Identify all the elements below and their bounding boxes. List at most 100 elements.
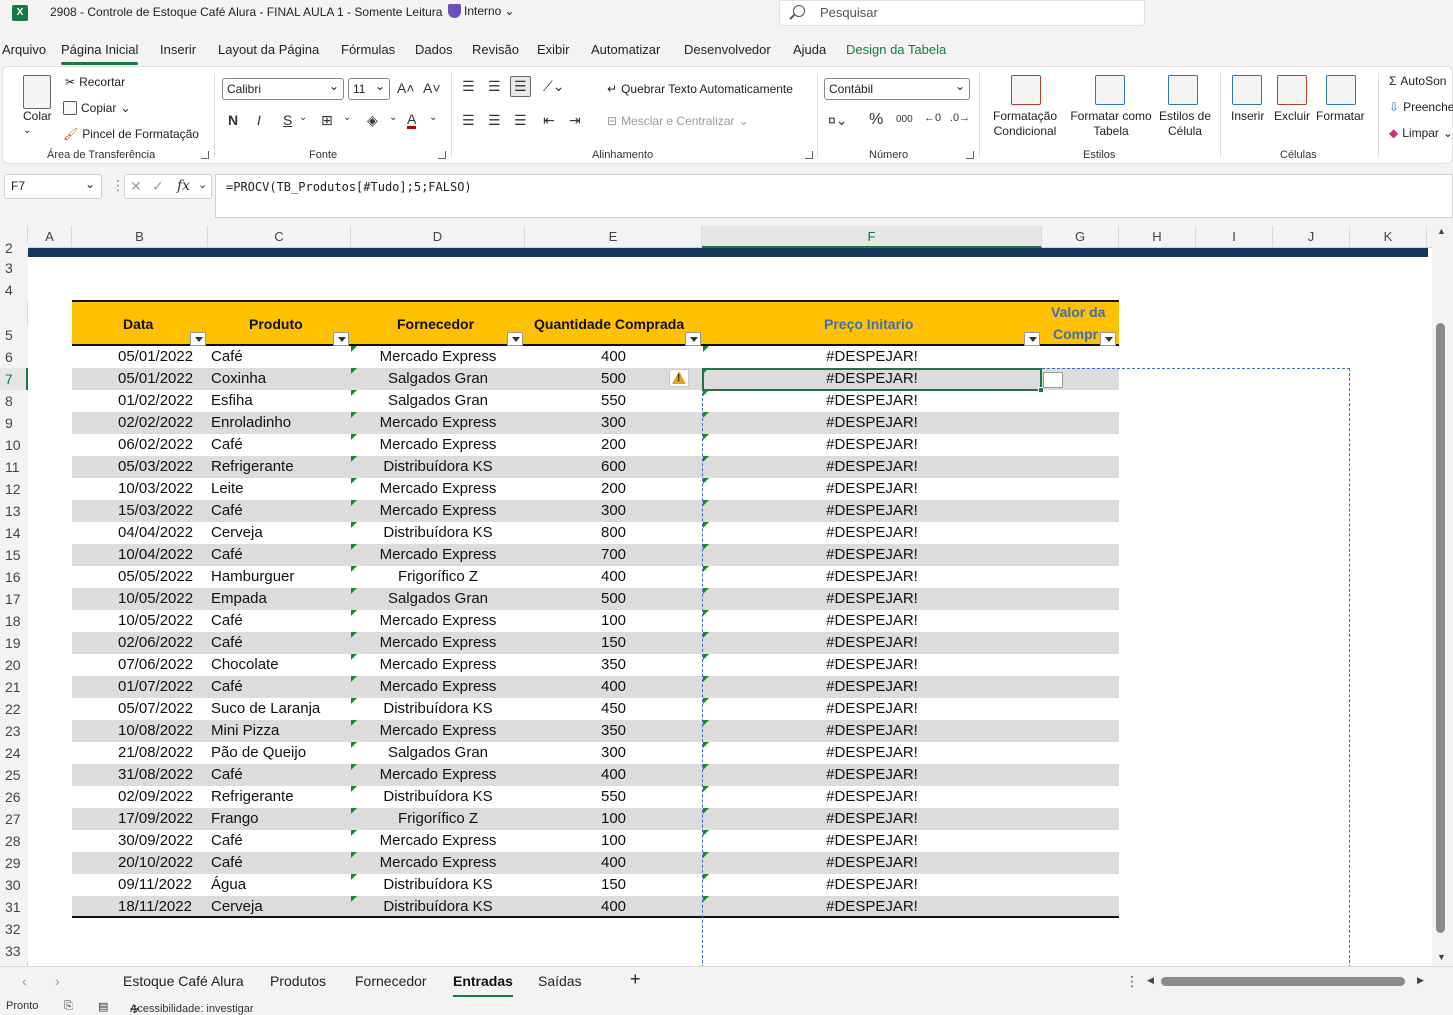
filter-dropdown-icon[interactable] <box>1024 332 1040 346</box>
font-color-icon[interactable]: A <box>407 112 417 129</box>
cell-qtd[interactable]: 400 <box>525 896 702 918</box>
row-header[interactable]: 28 <box>0 830 28 852</box>
cancel-icon[interactable]: ✕ <box>130 178 142 195</box>
vertical-scroll-thumb[interactable] <box>1436 323 1445 933</box>
cell-data[interactable]: 06/02/2022 <box>118 434 193 456</box>
cell-data[interactable]: 07/06/2022 <box>118 654 193 676</box>
currency-icon[interactable]: ¤⌄ <box>828 112 848 129</box>
cell-produto[interactable]: Pão de Queijo <box>211 742 306 764</box>
cell-produto[interactable]: Refrigerante <box>211 456 294 478</box>
cell-fornecedor[interactable]: Frigorífico Z <box>351 566 525 588</box>
align-middle-icon[interactable]: ☰ <box>488 78 501 95</box>
cell-fornecedor[interactable]: Mercado Express <box>351 434 525 456</box>
grow-font-icon[interactable]: A˄ <box>397 80 415 96</box>
scroll-right-icon[interactable]: ▶ <box>1417 975 1424 986</box>
insert-cells-icon[interactable] <box>1232 75 1262 105</box>
active-cell-f7[interactable] <box>702 368 1042 391</box>
row-header[interactable]: 11 <box>0 456 28 478</box>
scroll-tabs-left-icon[interactable]: ‹ <box>22 973 27 989</box>
column-header-h[interactable]: H <box>1119 226 1196 248</box>
tab-arquivo[interactable]: Arquivo <box>2 42 46 57</box>
cell-produto[interactable]: Cerveja <box>211 896 263 918</box>
bold-button[interactable]: N <box>228 112 238 128</box>
tab-ajuda[interactable]: Ajuda <box>793 42 826 57</box>
horizontal-scrollbar[interactable]: ◀ ▶ <box>1147 975 1427 987</box>
cell-qtd[interactable]: 100 <box>525 830 702 852</box>
cell-produto[interactable]: Café <box>211 632 243 654</box>
cell-data[interactable]: 01/07/2022 <box>118 676 193 698</box>
cell-qtd[interactable]: 400 <box>525 566 702 588</box>
cell-fornecedor[interactable]: Mercado Express <box>351 830 525 852</box>
cell-data[interactable]: 04/04/2022 <box>118 522 193 544</box>
filter-dropdown-icon[interactable] <box>685 332 701 346</box>
chevron-down-icon[interactable]: ⌄ <box>389 112 397 123</box>
row-header[interactable]: 30 <box>0 874 28 896</box>
column-header-g[interactable]: G <box>1042 226 1119 248</box>
cell-data[interactable]: 05/01/2022 <box>118 346 193 368</box>
row-header[interactable]: 5 <box>0 324 28 346</box>
row-header[interactable]: 4 <box>0 279 28 301</box>
underline-button[interactable]: S <box>283 112 292 128</box>
cell-qtd[interactable]: 550 <box>525 390 702 412</box>
cell-produto[interactable]: Café <box>211 610 243 632</box>
cell-qtd[interactable]: 300 <box>525 412 702 434</box>
merge-center-button[interactable]: ⊟ Mesclar e Centralizar ⌄ <box>607 114 749 128</box>
tab-pagina-inicial[interactable]: Página Inicial <box>61 42 139 65</box>
row-header[interactable]: 14 <box>0 522 28 544</box>
chevron-down-icon[interactable]: ⌄ <box>23 125 31 136</box>
row-header[interactable]: 16 <box>0 566 28 588</box>
enter-icon[interactable]: ✓ <box>152 178 164 195</box>
format-cells-button[interactable]: Formatar <box>1316 109 1365 123</box>
cell-fornecedor[interactable]: Distribuídora KS <box>351 698 525 720</box>
cell-qtd[interactable]: 200 <box>525 478 702 500</box>
cell-fornecedor[interactable]: Distribuídora KS <box>351 456 525 478</box>
cell-data[interactable]: 21/08/2022 <box>118 742 193 764</box>
vertical-scrollbar[interactable]: ▲ ▼ <box>1432 226 1453 966</box>
filter-dropdown-icon[interactable] <box>333 332 349 346</box>
filter-dropdown-icon[interactable] <box>1100 332 1116 346</box>
scroll-left-icon[interactable]: ◀ <box>1147 975 1154 986</box>
cell-fornecedor[interactable]: Salgados Gran <box>351 742 525 764</box>
cell-mode-icon[interactable]: ⎘ <box>64 1000 73 1013</box>
cell-data[interactable]: 20/10/2022 <box>118 852 193 874</box>
cell-styles-button[interactable]: Estilos de Célula <box>1157 109 1213 139</box>
align-top-icon[interactable]: ☰ <box>462 78 475 95</box>
cell-fornecedor[interactable]: Mercado Express <box>351 764 525 786</box>
cell-fornecedor[interactable]: Mercado Express <box>351 500 525 522</box>
sensitivity-label[interactable]: Interno ⌄ <box>448 4 514 18</box>
delete-cells-button[interactable]: Excluir <box>1274 109 1310 123</box>
cell-fornecedor[interactable]: Salgados Gran <box>351 368 525 390</box>
percent-button[interactable]: % <box>869 111 883 129</box>
cell-data[interactable]: 10/05/2022 <box>118 610 193 632</box>
orientation-icon[interactable]: ⟋⌄ <box>543 78 565 95</box>
cell-qtd[interactable]: 400 <box>525 676 702 698</box>
cell-qtd[interactable]: 700 <box>525 544 702 566</box>
cell-produto[interactable]: Enroladinho <box>211 412 291 434</box>
cell-produto[interactable]: Hamburguer <box>211 566 294 588</box>
align-bottom-icon[interactable]: ☰ <box>510 76 531 97</box>
formula-input[interactable]: =PROCV(TB_Produtos[#Tudo];5;FALSO) <box>215 174 1453 218</box>
increase-indent-icon[interactable]: ⇥ <box>569 112 581 129</box>
column-header-e[interactable]: E <box>525 226 702 248</box>
cell-fornecedor[interactable]: Mercado Express <box>351 610 525 632</box>
cell-qtd[interactable]: 200 <box>525 434 702 456</box>
delete-cells-icon[interactable] <box>1277 75 1307 105</box>
worksheet-grid[interactable]: A B C D E F G H I J K 2 3 4 5 Data Produ… <box>0 226 1432 966</box>
column-header-i[interactable]: I <box>1196 226 1273 248</box>
row-header[interactable]: 25 <box>0 764 28 786</box>
cell-produto[interactable]: Refrigerante <box>211 786 294 808</box>
more-options-icon[interactable]: ⋮ <box>1125 973 1139 990</box>
cell-qtd[interactable]: 800 <box>525 522 702 544</box>
filter-dropdown-icon[interactable] <box>190 332 206 346</box>
column-header-f[interactable]: F <box>702 226 1042 248</box>
row-header[interactable]: 6 <box>0 346 28 368</box>
scroll-up-icon[interactable]: ▲ <box>1437 226 1446 236</box>
tab-inserir[interactable]: Inserir <box>160 42 196 57</box>
align-center-icon[interactable]: ☰ <box>488 112 501 129</box>
conditional-formatting-button[interactable]: Formatação Condicional <box>993 109 1057 139</box>
row-header[interactable]: 17 <box>0 588 28 610</box>
cell-data[interactable]: 02/02/2022 <box>118 412 193 434</box>
cell-produto[interactable]: Café <box>211 852 243 874</box>
cell-produto[interactable]: Suco de Laranja <box>211 698 320 720</box>
cell-qtd[interactable]: 500 <box>525 588 702 610</box>
